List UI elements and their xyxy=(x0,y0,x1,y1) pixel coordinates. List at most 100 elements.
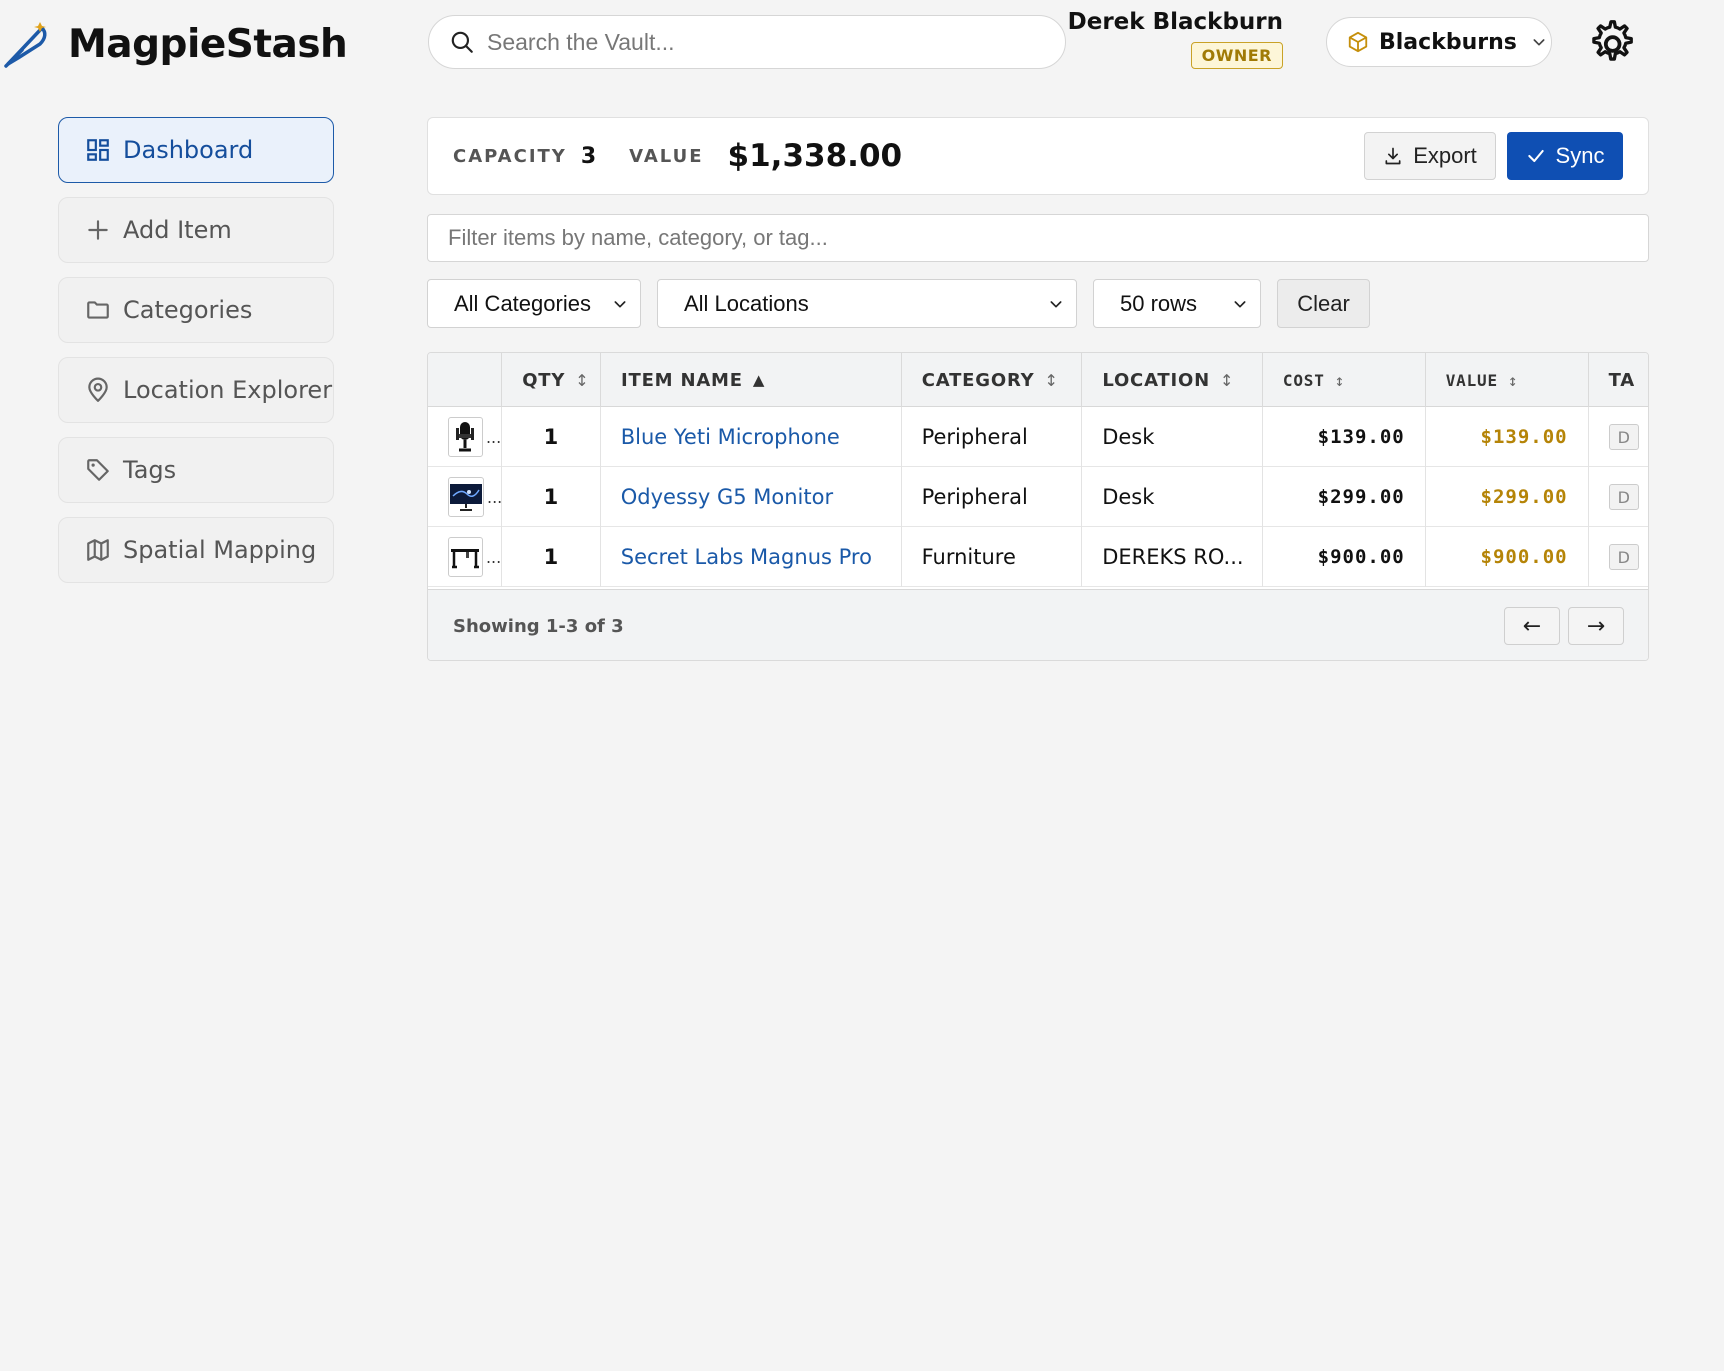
app-logo[interactable]: MagpieStash xyxy=(0,18,348,70)
value-cell: $139.00 xyxy=(1426,407,1589,467)
col-item-name[interactable]: ITEM NAME ▲ xyxy=(601,353,902,407)
table-footer: Showing 1-3 of 3 ← → xyxy=(428,589,1648,660)
search-icon xyxy=(451,31,473,53)
item-filter[interactable] xyxy=(427,214,1649,262)
sidebar-item-label: Spatial Mapping xyxy=(123,536,317,564)
filter-input[interactable] xyxy=(448,225,1628,251)
items-table: QTY ↕ ITEM NAME ▲ CATEGORY ↕ LOCATION ↕ COST… xyxy=(427,352,1649,661)
col-thumb xyxy=(428,353,503,407)
next-page-button[interactable]: → xyxy=(1568,607,1624,645)
col-value[interactable]: VALUE ↕ xyxy=(1426,353,1589,407)
table-row[interactable]: ... 1 Blue Yeti Microphone Peripheral De… xyxy=(428,407,1648,467)
dashboard-icon xyxy=(87,139,109,161)
category-cell: Peripheral xyxy=(902,407,1083,467)
prev-page-button[interactable]: ← xyxy=(1504,607,1560,645)
sidebar-item-tags[interactable]: Tags xyxy=(58,437,334,503)
col-cost[interactable]: COST ↕ xyxy=(1263,353,1426,407)
category-select-value: All Categories xyxy=(454,290,591,316)
qty-cell: 1 xyxy=(502,407,601,467)
rows-select-value: 50 rows xyxy=(1120,290,1198,316)
user-info: Derek Blackburn OWNER xyxy=(1068,9,1283,69)
table-header: QTY ↕ ITEM NAME ▲ CATEGORY ↕ LOCATION ↕ COST… xyxy=(428,353,1648,407)
sort-icon: ↕ xyxy=(1507,370,1519,390)
col-tags[interactable]: TA xyxy=(1589,353,1648,407)
item-name-link[interactable]: Secret Labs Magnus Pro xyxy=(601,527,902,587)
stats-bar: CAPACITY 3 VALUE $1,338.00 Export Sync xyxy=(427,117,1649,195)
value-label: VALUE xyxy=(629,145,704,167)
plus-icon xyxy=(88,220,108,240)
qty-cell: 1 xyxy=(502,467,601,527)
tag-icon xyxy=(87,459,109,481)
chevron-down-icon xyxy=(1050,300,1062,307)
vault-switcher[interactable]: Blackburns xyxy=(1326,17,1552,67)
location-select[interactable]: All Locations xyxy=(657,279,1077,328)
sort-asc-icon: ▲ xyxy=(752,371,766,389)
microphone-thumbnail[interactable] xyxy=(448,417,483,457)
vault-search[interactable] xyxy=(428,15,1066,69)
col-location[interactable]: LOCATION ↕ xyxy=(1082,353,1263,407)
clear-label: Clear xyxy=(1297,290,1350,316)
user-name: Derek Blackburn xyxy=(1067,9,1283,35)
microphone-image xyxy=(456,422,475,452)
value-cell: $299.00 xyxy=(1426,467,1589,527)
location-cell: Desk xyxy=(1082,407,1263,467)
map-icon xyxy=(87,539,109,561)
capacity-label: CAPACITY xyxy=(453,145,567,167)
role-badge: OWNER xyxy=(1190,42,1283,69)
map-pin-icon xyxy=(88,377,108,402)
sidebar-item-label: Location Explorer xyxy=(123,376,333,404)
item-name-link[interactable]: Blue Yeti Microphone xyxy=(601,407,902,467)
chevron-down-icon xyxy=(1533,39,1545,46)
thumb-cell: ... xyxy=(428,527,503,587)
monitor-thumbnail[interactable] xyxy=(448,477,484,517)
feather-logo-icon xyxy=(4,22,47,68)
sort-icon: ↕ xyxy=(1334,370,1346,390)
vault-name: Blackburns xyxy=(1379,29,1517,55)
sidebar-item-dashboard[interactable]: Dashboard xyxy=(58,117,334,183)
sidebar-item-categories[interactable]: Categories xyxy=(58,277,334,343)
tag-chip[interactable]: D xyxy=(1608,544,1639,570)
location-select-value: All Locations xyxy=(684,290,809,316)
monitor-image xyxy=(450,484,482,511)
sidebar: Dashboard Add Item Categories Location E… xyxy=(58,117,334,597)
capacity-value: 3 xyxy=(580,143,597,169)
qty-cell: 1 xyxy=(502,527,601,587)
sidebar-item-label: Tags xyxy=(123,456,177,484)
chevron-down-icon xyxy=(614,300,626,307)
sort-icon: ↕ xyxy=(575,370,590,390)
search-input[interactable] xyxy=(487,28,1047,56)
tag-chip[interactable]: D xyxy=(1608,484,1639,510)
chevron-down-icon xyxy=(1234,300,1246,307)
sidebar-item-spatial-mapping[interactable]: Spatial Mapping xyxy=(58,517,334,583)
sync-label: Sync xyxy=(1555,143,1605,168)
pagination-summary: Showing 1-3 of 3 xyxy=(453,615,624,637)
category-cell: Furniture xyxy=(902,527,1083,587)
item-name-link[interactable]: Odyessy G5 Monitor xyxy=(601,467,902,527)
value-cell: $900.00 xyxy=(1426,527,1589,587)
sidebar-item-location-explorer[interactable]: Location Explorer xyxy=(58,357,334,423)
tag-chip[interactable]: D xyxy=(1608,424,1639,450)
sidebar-item-label: Dashboard xyxy=(123,136,254,164)
folder-icon xyxy=(87,301,109,319)
settings-gear-icon[interactable] xyxy=(1586,18,1636,68)
col-qty[interactable]: QTY ↕ xyxy=(502,353,601,407)
table-row[interactable]: ... 1 Odyessy G5 Monitor Peripheral Desk… xyxy=(428,467,1648,527)
clear-filters-button[interactable]: Clear xyxy=(1277,279,1370,328)
location-cell: DEREKS RO... xyxy=(1082,527,1263,587)
sort-icon: ↕ xyxy=(1219,370,1235,390)
cube-icon xyxy=(1348,31,1368,53)
export-label: Export xyxy=(1413,143,1477,168)
export-button[interactable]: Export xyxy=(1364,132,1496,180)
rows-select[interactable]: 50 rows xyxy=(1093,279,1261,328)
col-category[interactable]: CATEGORY ↕ xyxy=(902,353,1083,407)
tags-cell: D xyxy=(1589,407,1648,467)
sidebar-item-add-item[interactable]: Add Item xyxy=(58,197,334,263)
sync-button[interactable]: Sync xyxy=(1507,132,1623,180)
location-cell: Desk xyxy=(1082,467,1263,527)
thumb-cell: ... xyxy=(428,407,503,467)
app-name: MagpieStash xyxy=(68,21,348,67)
table-row[interactable]: ... 1 Secret Labs Magnus Pro Furniture D… xyxy=(428,527,1648,587)
category-select[interactable]: All Categories xyxy=(427,279,641,328)
sort-icon: ↕ xyxy=(1044,370,1059,390)
desk-thumbnail[interactable] xyxy=(448,537,483,577)
